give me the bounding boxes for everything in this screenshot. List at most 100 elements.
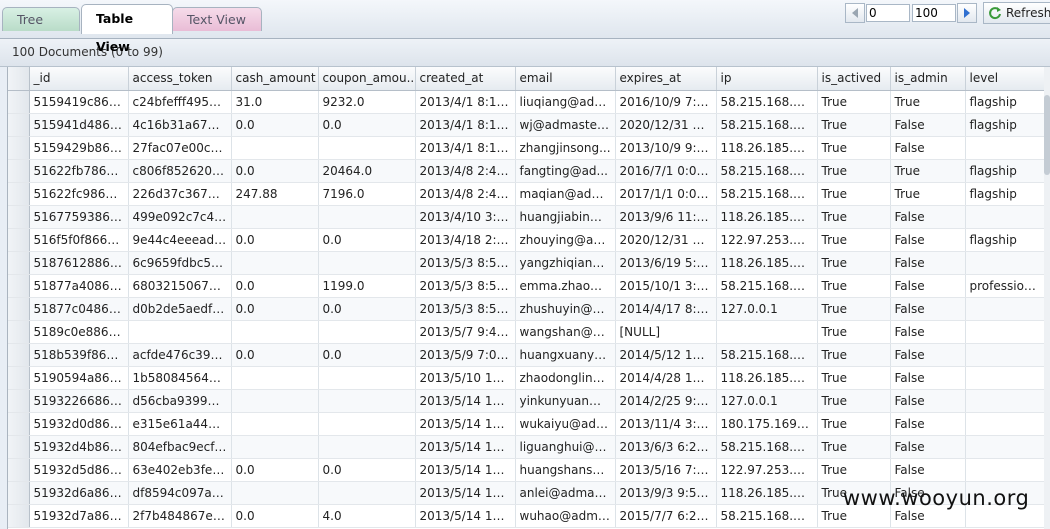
table-cell[interactable]: maqian@adm... (515, 182, 616, 206)
column-header[interactable]: level (965, 67, 1046, 91)
table-cell[interactable] (231, 412, 319, 436)
table-cell[interactable]: 2013/9/3 9:52:17 (615, 481, 717, 505)
table-cell[interactable]: zhushuyin@ad... (515, 297, 616, 321)
table-cell[interactable]: 2013/4/1 8:11:37 (415, 113, 516, 137)
table-cell[interactable]: 2015/10/1 3:04:... (615, 274, 717, 298)
table-cell[interactable]: 5193226686610... (29, 389, 129, 413)
table-cell[interactable]: 0.0 (318, 297, 416, 321)
table-cell[interactable]: flagship (965, 182, 1046, 206)
tab-tree-view[interactable]: Tree View (2, 7, 80, 51)
table-cell[interactable]: 2013/6/3 6:22:32 (615, 435, 717, 459)
table-cell[interactable]: 51877c0486610... (29, 297, 129, 321)
table-cell[interactable]: 127.0.0.1 (716, 389, 818, 413)
table-row[interactable]: 5193226686610...d56cba9399786... 2013/5/1… (8, 389, 1046, 413)
table-cell[interactable]: 2020/12/31 0:0... (615, 228, 717, 252)
table-cell[interactable]: zhouying@ad... (515, 228, 616, 252)
table-cell[interactable]: 0.0 (231, 504, 319, 528)
table-row[interactable]: 51877a4086610...6803215067ecd...0.01199.… (8, 274, 1046, 298)
table-cell[interactable]: False (890, 458, 966, 482)
table-cell[interactable]: True (817, 136, 891, 160)
table-cell[interactable]: 9e44c4eeeade4... (128, 228, 232, 252)
table-cell[interactable] (231, 481, 319, 505)
table-cell[interactable]: 0.0 (231, 343, 319, 367)
table-cell[interactable]: 2013/5/3 8:55:11 (415, 274, 516, 298)
table-cell[interactable]: False (890, 274, 966, 298)
column-header[interactable]: email (515, 67, 616, 91)
table-cell[interactable] (965, 389, 1046, 413)
table-cell[interactable]: 9232.0 (318, 90, 416, 114)
column-header[interactable]: cash_amount (231, 67, 319, 91)
table-row[interactable]: 51622fb786610...c806f852620bc...0.020464… (8, 159, 1046, 183)
table-cell[interactable] (318, 366, 416, 390)
table-cell[interactable]: flagship (965, 90, 1046, 114)
table-cell[interactable]: 51877a4086610... (29, 274, 129, 298)
table-cell[interactable]: 0.0 (231, 297, 319, 321)
table-cell[interactable]: 2016/7/1 0:00:00 (615, 159, 717, 183)
skip-input[interactable] (866, 4, 910, 22)
table-cell[interactable]: True (817, 274, 891, 298)
table-cell[interactable]: 58.215.168.188 (716, 90, 818, 114)
table-cell[interactable]: False (890, 113, 966, 137)
tab-table-view[interactable]: Table View (81, 4, 173, 54)
row-header[interactable] (8, 389, 30, 413)
table-cell[interactable]: df8594c097a33... (128, 481, 232, 505)
table-cell[interactable]: liguanghui@a... (515, 435, 616, 459)
limit-input[interactable] (912, 4, 956, 22)
row-header[interactable] (8, 136, 30, 160)
table-cell[interactable]: 518b539f86610... (29, 343, 129, 367)
table-row[interactable]: 515941d486610...4c16b31a674d1...0.00.020… (8, 113, 1046, 137)
table-cell[interactable]: 0.0 (231, 159, 319, 183)
table-cell[interactable]: 0.0 (318, 458, 416, 482)
table-cell[interactable]: 58.215.168.188 (716, 435, 818, 459)
table-cell[interactable]: professional (965, 274, 1046, 298)
table-cell[interactable]: 2013/5/14 10:1... (415, 412, 516, 436)
table-cell[interactable]: 5159419c86610... (29, 90, 129, 114)
table-cell[interactable]: 5159429b86610... (29, 136, 129, 160)
table-cell[interactable]: True (817, 320, 891, 344)
table-cell[interactable]: 51932d5d8661... (29, 458, 129, 482)
row-header[interactable] (8, 481, 30, 505)
table-cell[interactable]: d0b2de5aedfda... (128, 297, 232, 321)
column-header[interactable]: access_token (128, 67, 232, 91)
table-cell[interactable]: zhaodongling... (515, 366, 616, 390)
column-header[interactable]: expires_at (615, 67, 717, 91)
row-header[interactable] (8, 182, 30, 206)
table-cell[interactable]: 127.0.0.1 (716, 297, 818, 321)
table-cell[interactable] (231, 205, 319, 229)
row-header[interactable] (8, 90, 30, 114)
table-cell[interactable]: 0.0 (318, 228, 416, 252)
column-header[interactable]: _id (29, 67, 129, 91)
table-cell[interactable]: 5187612886610... (29, 251, 129, 275)
column-header[interactable]: is_actived (817, 67, 891, 91)
table-row[interactable]: 51932d0d8661...e315e61a449e8... 2013/5/14… (8, 412, 1046, 436)
table-cell[interactable]: 180.175.169.119 (716, 412, 818, 436)
table-cell[interactable]: False (890, 389, 966, 413)
table-cell[interactable]: 122.97.253.252 (716, 228, 818, 252)
table-cell[interactable]: huangshansha... (515, 458, 616, 482)
table-cell[interactable]: 2013/10/9 9:10:... (615, 136, 717, 160)
table-cell[interactable] (318, 435, 416, 459)
row-header[interactable] (8, 228, 30, 252)
table-cell[interactable]: False (890, 366, 966, 390)
row-header[interactable] (8, 274, 30, 298)
table-cell[interactable]: 0.0 (318, 113, 416, 137)
table-cell[interactable]: anlei@admast... (515, 481, 616, 505)
table-cell[interactable] (965, 458, 1046, 482)
table-cell[interactable]: wangshan@ad... (515, 320, 616, 344)
table-row[interactable]: 5190594a86610...1b580845641b3... 2013/5/1… (8, 366, 1046, 390)
table-row[interactable]: 51622fc986610...226d37c367e2b...247.8871… (8, 182, 1046, 206)
table-cell[interactable] (965, 435, 1046, 459)
table-cell[interactable]: 2013/5/3 8:55:11 (415, 297, 516, 321)
table-row[interactable]: 516f5f0f866106...9e44c4eeeade4...0.00.02… (8, 228, 1046, 252)
table-cell[interactable] (231, 320, 319, 344)
table-cell[interactable]: yinkunyuan@a... (515, 389, 616, 413)
table-cell[interactable] (318, 389, 416, 413)
table-cell[interactable]: 2014/4/28 10:5... (615, 366, 717, 390)
table-cell[interactable] (318, 320, 416, 344)
table-cell[interactable]: 0.0 (318, 343, 416, 367)
table-row[interactable]: 5187612886610...6c9659fdbc59d... 2013/5/3… (8, 251, 1046, 275)
table-cell[interactable] (318, 412, 416, 436)
table-cell[interactable]: False (890, 136, 966, 160)
table-cell[interactable]: 7196.0 (318, 182, 416, 206)
column-header[interactable]: ip (716, 67, 818, 91)
